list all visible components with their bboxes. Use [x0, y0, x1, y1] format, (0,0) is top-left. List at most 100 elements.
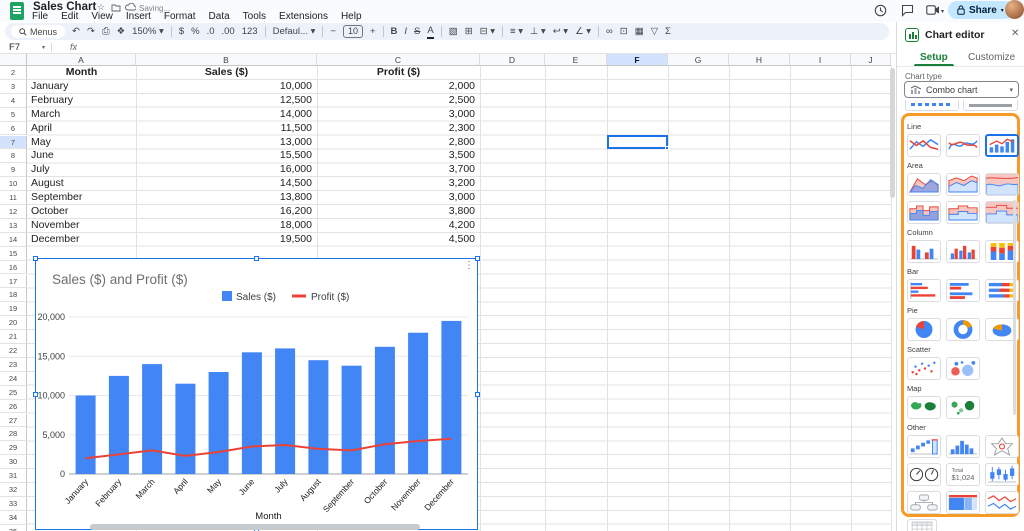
- chart-handle-e[interactable]: [475, 392, 480, 397]
- cell-sales[interactable]: 18,000: [136, 219, 317, 233]
- chart-handle-nw[interactable]: [33, 256, 38, 261]
- cell-profit[interactable]: 4,500: [317, 233, 480, 247]
- sheets-logo-icon[interactable]: [10, 2, 24, 20]
- timeline-chart-thumb[interactable]: [985, 491, 1019, 514]
- menu-insert[interactable]: Insert: [126, 11, 151, 22]
- format-currency-icon[interactable]: $: [179, 23, 184, 40]
- bar-chart-thumb[interactable]: [907, 279, 941, 302]
- name-box[interactable]: F7: [0, 42, 40, 53]
- geo-chart-thumb[interactable]: [907, 396, 941, 419]
- insert-chart-icon[interactable]: ▦: [635, 23, 644, 40]
- row-header-5[interactable]: 5: [0, 107, 27, 122]
- org-chart-thumb[interactable]: [907, 491, 941, 514]
- text-wrap-icon[interactable]: ↩ ▾: [553, 23, 568, 40]
- horizontal-scrollbar[interactable]: [90, 524, 420, 530]
- print-icon[interactable]: ⎙: [102, 23, 110, 40]
- fill-color-icon[interactable]: ▧: [449, 23, 458, 40]
- combo-chart-canvas[interactable]: Sales ($) and Profit ($) Sales ($) Profit …: [36, 259, 477, 531]
- header-cell-sales[interactable]: Sales ($): [136, 66, 317, 80]
- cell-profit[interactable]: 2,500: [317, 94, 480, 108]
- cell-profit[interactable]: 2,800: [317, 136, 480, 150]
- row-header-28[interactable]: 28: [0, 427, 27, 442]
- cell-month[interactable]: April: [27, 122, 136, 136]
- cell-profit[interactable]: 3,000: [317, 191, 480, 205]
- avatar[interactable]: [1005, 0, 1024, 19]
- namebox-caret-icon[interactable]: ▾: [42, 44, 45, 51]
- column-header-D[interactable]: D: [480, 54, 545, 66]
- vertical-align-icon[interactable]: ⊥ ▾: [530, 23, 546, 40]
- cell-month[interactable]: November: [27, 219, 136, 233]
- cell-profit[interactable]: 3,200: [317, 177, 480, 191]
- chart-handle-w[interactable]: [33, 392, 38, 397]
- cell-month[interactable]: June: [27, 149, 136, 163]
- format-percent-icon[interactable]: %: [191, 23, 199, 40]
- column-header-B[interactable]: B: [136, 54, 317, 66]
- panel-scrollbar[interactable]: [1013, 200, 1016, 415]
- gauge-chart-thumb[interactable]: [907, 463, 941, 486]
- row-header-18[interactable]: 18: [0, 288, 27, 303]
- header-cell-profit[interactable]: Profit ($): [317, 66, 480, 80]
- text-rotation-icon[interactable]: ∠ ▾: [575, 23, 591, 40]
- cell-sales[interactable]: 12,500: [136, 94, 317, 108]
- partial-thumb-dotted[interactable]: [905, 100, 959, 111]
- comment-icon[interactable]: [901, 4, 914, 17]
- redo-icon[interactable]: ↷: [87, 23, 95, 40]
- column-header-G[interactable]: G: [668, 54, 729, 66]
- row-header-14[interactable]: 14: [0, 232, 27, 247]
- meet-icon[interactable]: [926, 5, 940, 15]
- stacked-bar-chart-thumb[interactable]: [946, 279, 980, 302]
- row-header-27[interactable]: 27: [0, 413, 27, 428]
- borders-icon[interactable]: ⊞: [465, 23, 473, 40]
- cell-profit[interactable]: 3,000: [317, 108, 480, 122]
- menu-tools[interactable]: Tools: [243, 11, 266, 22]
- cell-profit[interactable]: 4,200: [317, 219, 480, 233]
- row-header-19[interactable]: 19: [0, 302, 27, 317]
- menus-search[interactable]: Menus: [11, 25, 66, 38]
- row-header-9[interactable]: 9: [0, 163, 27, 178]
- cell-profit[interactable]: 3,500: [317, 149, 480, 163]
- row-header-32[interactable]: 32: [0, 483, 27, 497]
- cell-month[interactable]: August: [27, 177, 136, 191]
- cell-sales[interactable]: 14,000: [136, 108, 317, 122]
- version-history-icon[interactable]: [874, 4, 887, 17]
- merge-cells-icon[interactable]: ⊟ ▾: [480, 23, 495, 40]
- row-header-4[interactable]: 4: [0, 93, 27, 108]
- stacked-column-chart-thumb[interactable]: [946, 240, 980, 263]
- insert-link-icon[interactable]: ∞: [606, 23, 613, 40]
- geo-chart-markers-thumb[interactable]: [946, 396, 980, 419]
- cell-sales[interactable]: 13,000: [136, 136, 317, 150]
- decrease-font-size-icon[interactable]: −: [330, 23, 336, 40]
- column-header-H[interactable]: H: [729, 54, 790, 66]
- cell-profit[interactable]: 3,800: [317, 205, 480, 219]
- cell-month[interactable]: October: [27, 205, 136, 219]
- row-header-16[interactable]: 16: [0, 260, 27, 275]
- row-header-25[interactable]: 25: [0, 385, 27, 400]
- number-format-icon[interactable]: 123: [242, 23, 258, 40]
- waterfall-chart-thumb[interactable]: [907, 435, 941, 458]
- column-header-F[interactable]: F: [607, 54, 668, 66]
- undo-icon[interactable]: ↶: [72, 23, 80, 40]
- increase-decimal-icon[interactable]: .00: [222, 23, 235, 40]
- combo-chart-thumb[interactable]: [985, 134, 1019, 157]
- row-header-34[interactable]: 34: [0, 510, 27, 525]
- stacked-area-100-chart-thumb[interactable]: [985, 173, 1019, 196]
- column-header-C[interactable]: C: [317, 54, 480, 66]
- table-chart-thumb[interactable]: [907, 519, 937, 531]
- row-header-6[interactable]: 6: [0, 121, 27, 136]
- row-header-12[interactable]: 12: [0, 205, 27, 219]
- row-header-8[interactable]: 8: [0, 149, 27, 164]
- cell-month[interactable]: July: [27, 163, 136, 177]
- smooth-line-chart-thumb[interactable]: [946, 134, 980, 157]
- strikethrough-icon[interactable]: S: [414, 23, 420, 40]
- italic-icon[interactable]: I: [404, 23, 407, 40]
- row-header-13[interactable]: 13: [0, 218, 27, 233]
- meet-caret-icon[interactable]: ▾: [941, 8, 944, 15]
- paint-format-icon[interactable]: ❖: [117, 23, 126, 40]
- bold-icon[interactable]: B: [391, 23, 398, 40]
- row-header-22[interactable]: 22: [0, 344, 27, 358]
- row-header-30[interactable]: 30: [0, 455, 27, 470]
- stacked-area-chart-thumb[interactable]: [946, 173, 980, 196]
- cell-month[interactable]: January: [27, 80, 136, 94]
- row-header-10[interactable]: 10: [0, 177, 27, 192]
- row-header-3[interactable]: 3: [0, 79, 27, 94]
